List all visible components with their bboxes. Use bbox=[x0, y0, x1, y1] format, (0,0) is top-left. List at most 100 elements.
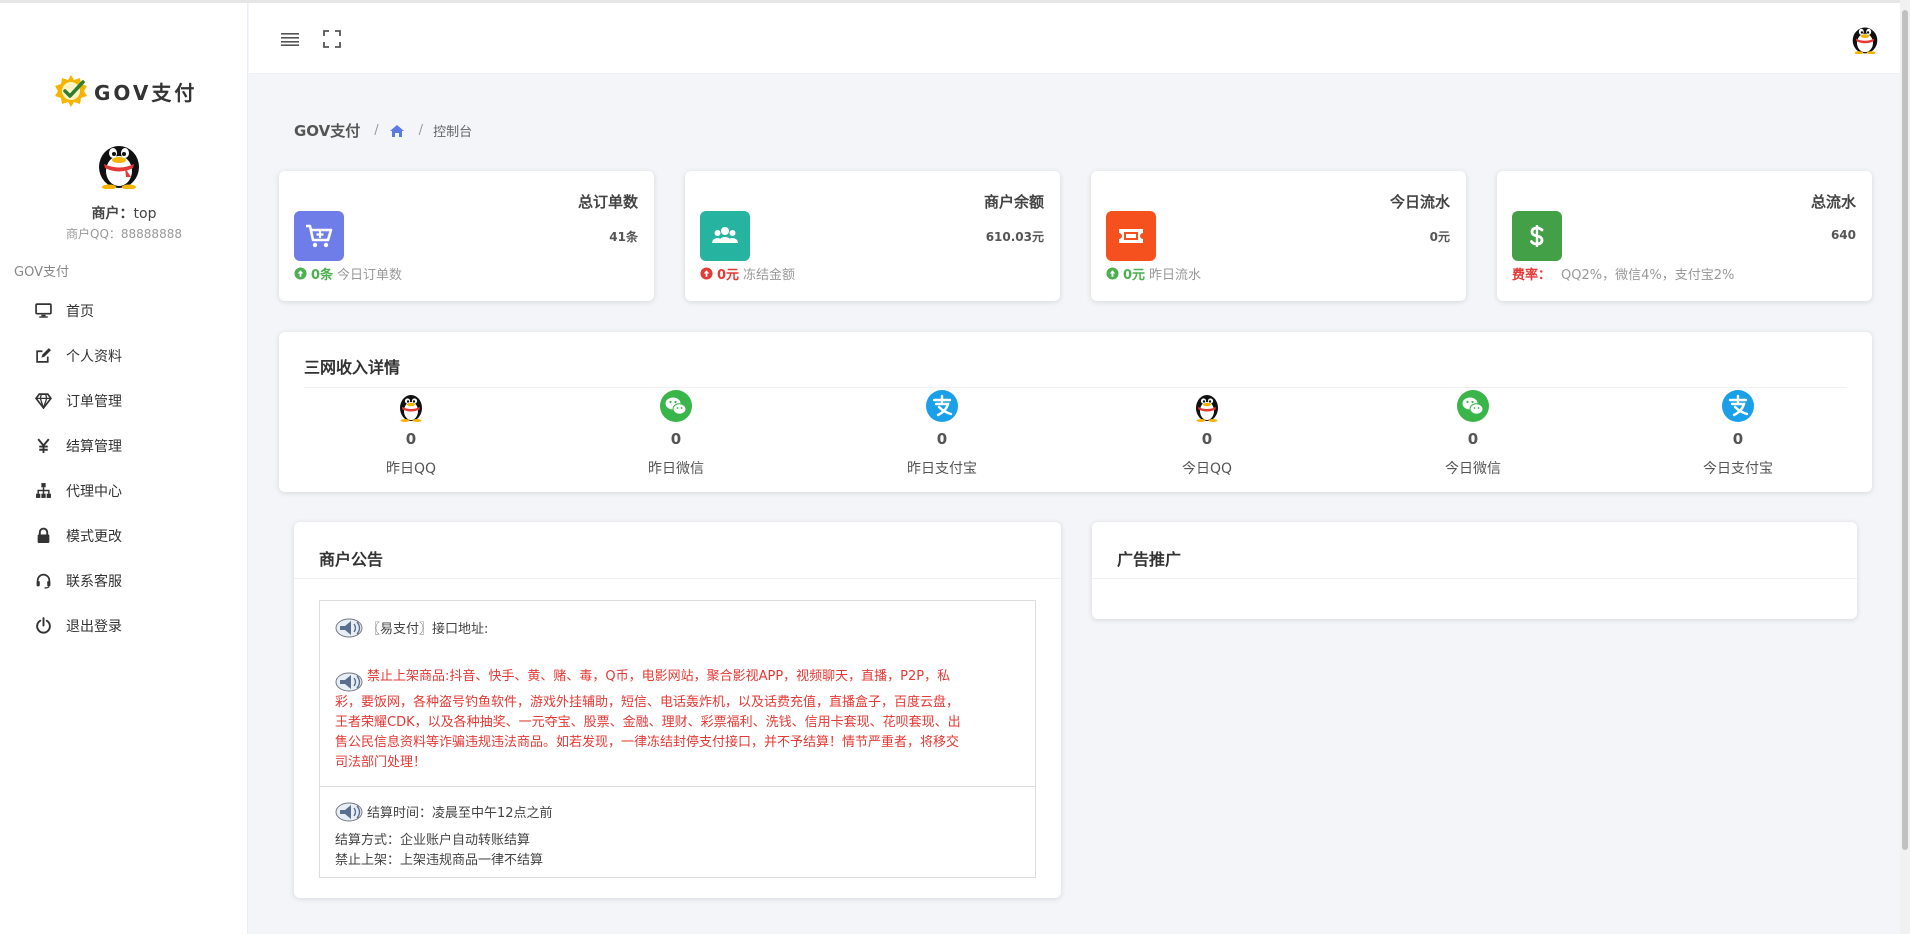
sidebar-item-home[interactable]: 首页 bbox=[0, 288, 248, 333]
stat-card-total-flow: 总流水 640 费率： QQ2%，微信4%，支付宝2% bbox=[1497, 171, 1872, 301]
user-avatar[interactable] bbox=[1850, 22, 1880, 54]
sidebar-item-label: 退出登录 bbox=[66, 618, 122, 635]
scrollbar-thumb[interactable] bbox=[1902, 10, 1908, 850]
power-icon bbox=[34, 617, 52, 635]
nav-section-title: GOV支付 bbox=[14, 265, 69, 280]
income-value: 0 bbox=[1467, 430, 1479, 448]
sidebar-item-label: 个人资料 bbox=[66, 348, 122, 365]
stat-footer: 0元 昨日流水 bbox=[1106, 264, 1201, 283]
income-item-yesterday-qq: 0 昨日QQ bbox=[341, 390, 481, 478]
cart-icon bbox=[294, 211, 344, 261]
speaker-icon bbox=[335, 802, 363, 822]
notice-settle-method: 结算方式：企业账户自动转账结算 bbox=[335, 833, 531, 848]
breadcrumb-root[interactable]: GOV支付 bbox=[294, 120, 360, 141]
stat-card-today-flow: 今日流水 0元 0元 昨日流水 bbox=[1091, 171, 1466, 301]
speaker-icon bbox=[335, 672, 363, 692]
income-value: 0 bbox=[1732, 430, 1744, 448]
headset-icon bbox=[34, 572, 52, 590]
page-scrollbar[interactable] bbox=[1900, 0, 1910, 934]
income-label: 昨日微信 bbox=[648, 461, 704, 477]
sitemap-icon bbox=[34, 482, 52, 500]
qq-icon bbox=[400, 395, 422, 422]
breadcrumb-separator: / bbox=[418, 123, 424, 138]
sidebar-item-label: 代理中心 bbox=[66, 483, 122, 500]
income-value: 0 bbox=[405, 430, 417, 448]
income-item-yesterday-alipay: 0 昨日支付宝 bbox=[872, 390, 1012, 478]
fee-text: QQ2%，微信4%，支付宝2% bbox=[1561, 268, 1735, 283]
stat-footer-label: 冻结金额 bbox=[743, 268, 796, 283]
merchant-name: 商户：top bbox=[91, 206, 157, 222]
divider bbox=[294, 578, 1061, 579]
sidebar-item-label: 模式更改 bbox=[66, 528, 122, 545]
notice-warning-line: 王者荣耀CDK，以及各种抽奖、一元夺宝、股票、金融、理财、彩票福利、洗钱、信用卡… bbox=[335, 715, 961, 730]
sidebar-item-settlement[interactable]: 结算管理 bbox=[0, 423, 248, 468]
notice-warning-line: 彩，要饭网，各种盗号钓鱼软件，游戏外挂辅助，短信、电话轰炸机，以及话费充值，直播… bbox=[335, 695, 960, 710]
notice-card: 商户公告 〖易支付〗接口地址: 禁止上架商品:抖音、快手、黄、赌、毒，Q币，电影… bbox=[294, 522, 1061, 898]
notice-content: 〖易支付〗接口地址: 禁止上架商品:抖音、快手、黄、赌、毒，Q币，电影网站，聚合… bbox=[319, 600, 1036, 878]
ad-card: 广告推广 bbox=[1092, 522, 1857, 619]
income-value: 0 bbox=[936, 430, 948, 448]
income-label: 昨日支付宝 bbox=[907, 461, 977, 477]
sidebar-nav: 首页 个人资料 订单管理 结算管理 代理中心 模式更改 联系客服 退出登录 bbox=[0, 288, 248, 648]
users-icon bbox=[700, 211, 750, 261]
topbar bbox=[249, 3, 1910, 74]
sidebar-item-agent[interactable]: 代理中心 bbox=[0, 468, 248, 513]
stat-value: 0元 bbox=[1429, 230, 1450, 244]
edit-icon bbox=[34, 347, 52, 365]
fullscreen-icon[interactable] bbox=[321, 28, 343, 50]
stat-footer-label: 今日订单数 bbox=[337, 268, 403, 283]
stat-footer-value: 0元 bbox=[1123, 268, 1146, 283]
income-value: 0 bbox=[1201, 430, 1213, 448]
arrow-up-circle-icon bbox=[1106, 267, 1119, 280]
notice-warning-line: 禁止上架商品:抖音、快手、黄、赌、毒，Q币，电影网站，聚合影视APP，视频聊天，… bbox=[367, 669, 951, 684]
wechat-icon bbox=[660, 390, 692, 422]
diamond-icon bbox=[34, 392, 52, 410]
sidebar-item-support[interactable]: 联系客服 bbox=[0, 558, 248, 603]
stat-card-total-orders: 总订单数 41条 0条 今日订单数 bbox=[279, 171, 654, 301]
merchant-avatar[interactable] bbox=[95, 137, 143, 189]
sidebar-item-label: 订单管理 bbox=[66, 393, 122, 410]
sidebar: GOV支付 商户：top 商户QQ：88888888 GOV支付 首页 个人资料 bbox=[0, 3, 248, 934]
menu-toggle-icon[interactable] bbox=[279, 28, 301, 50]
notice-title: 商户公告 bbox=[319, 550, 384, 569]
ticket-icon bbox=[1106, 211, 1156, 261]
sidebar-item-profile[interactable]: 个人资料 bbox=[0, 333, 248, 378]
stat-value: 610.03元 bbox=[985, 230, 1044, 244]
income-item-today-wechat: 0 今日微信 bbox=[1403, 390, 1543, 478]
notice-api-line: 〖易支付〗接口地址: bbox=[335, 615, 488, 639]
income-label: 今日支付宝 bbox=[1703, 461, 1773, 477]
notice-warning-line: 司法部门处理！ bbox=[335, 755, 427, 770]
sidebar-item-label: 首页 bbox=[66, 303, 94, 320]
stat-title: 总流水 bbox=[1810, 193, 1856, 211]
sidebar-item-logout[interactable]: 退出登录 bbox=[0, 603, 248, 648]
income-details-card: 三网收入详情 0 昨日QQ 0 昨日微信 0 昨日支付宝 0 今日QQ 0 今日… bbox=[279, 332, 1872, 492]
income-label: 今日QQ bbox=[1181, 461, 1233, 477]
divider bbox=[1092, 578, 1857, 579]
income-item-today-qq: 0 今日QQ bbox=[1137, 390, 1277, 478]
stat-card-balance: 商户余额 610.03元 0元 冻结金额 bbox=[685, 171, 1060, 301]
arrow-up-circle-icon bbox=[700, 267, 713, 280]
home-icon[interactable] bbox=[389, 123, 405, 139]
income-item-yesterday-wechat: 0 昨日微信 bbox=[606, 390, 746, 478]
stat-footer: 费率： QQ2%，微信4%，支付宝2% bbox=[1512, 264, 1734, 283]
breadcrumb-separator: / bbox=[374, 123, 379, 138]
divider bbox=[320, 786, 1035, 787]
brand-name: GOV支付 bbox=[94, 80, 198, 105]
breadcrumb: GOV支付 / / 控制台 bbox=[294, 120, 472, 141]
income-value: 0 bbox=[670, 430, 682, 448]
stat-title: 商户余额 bbox=[983, 193, 1044, 211]
notice-settle-time: 结算时间：凌晨至中午12点之前 bbox=[335, 799, 553, 823]
stat-footer: 0元 冻结金额 bbox=[700, 264, 795, 283]
stat-footer: 0条 今日订单数 bbox=[294, 264, 402, 283]
merchant-qq: 商户QQ：88888888 bbox=[66, 227, 182, 241]
stat-title: 总订单数 bbox=[577, 193, 638, 211]
sidebar-item-mode[interactable]: 模式更改 bbox=[0, 513, 248, 558]
sidebar-item-orders[interactable]: 订单管理 bbox=[0, 378, 248, 423]
speaker-icon bbox=[335, 618, 363, 638]
income-item-today-alipay: 0 今日支付宝 bbox=[1668, 390, 1808, 478]
notice-settle-ban: 禁止上架：上架违规商品一律不结算 bbox=[335, 853, 544, 868]
dollar-icon bbox=[1512, 211, 1562, 261]
brand[interactable]: GOV支付 bbox=[54, 73, 197, 109]
yen-icon bbox=[34, 437, 52, 455]
income-title: 三网收入详情 bbox=[304, 358, 401, 377]
